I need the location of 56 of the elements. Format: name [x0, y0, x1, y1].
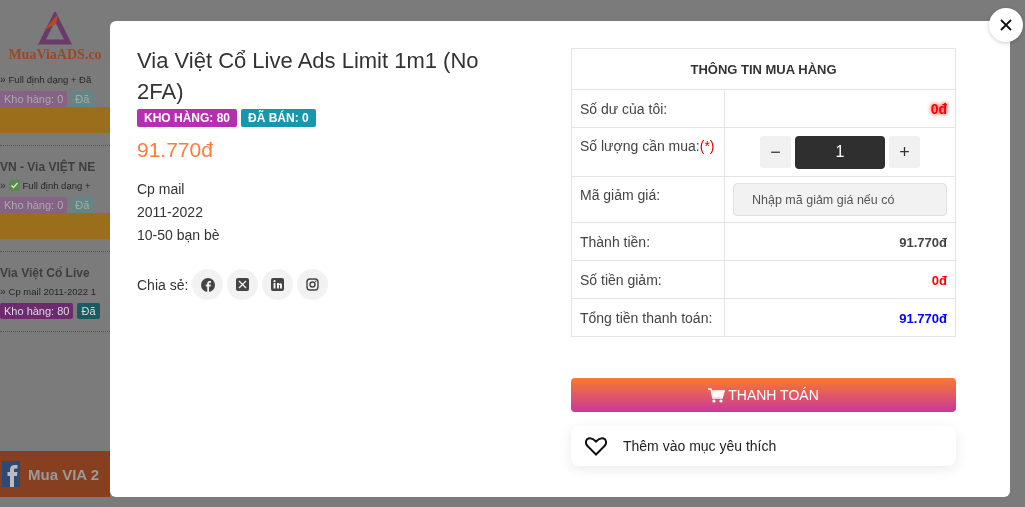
- product-description: Full định dạng + Đã: [8, 74, 92, 85]
- product-description: Full định dạng +: [22, 180, 91, 191]
- instagram-icon: [306, 278, 320, 291]
- cart-icon: [708, 387, 726, 403]
- share-label: Chia sẻ:: [137, 276, 189, 293]
- stock-badge: Kho hàng: 0: [0, 197, 68, 213]
- stock-badge: Kho hàng: 0: [0, 91, 68, 107]
- wishlist-button[interactable]: Thêm vào mục yêu thích: [571, 426, 956, 466]
- x-icon: [236, 278, 250, 291]
- facebook-icon: [2, 461, 20, 487]
- row-label: Mã giảm giá:: [571, 176, 725, 223]
- product-title: Via Việt Cổ Live Ads Limit 1m1 (No 2FA): [137, 47, 480, 106]
- facebook-icon: [200, 277, 215, 292]
- coupon-field[interactable]: Nhập mã giảm giá nếu có: [733, 183, 947, 216]
- logo-icon: [38, 12, 72, 46]
- close-icon: [1000, 19, 1012, 31]
- linkedin-icon: [271, 278, 285, 291]
- checkout-button[interactable]: THANH TOÁN: [571, 378, 956, 412]
- sold-badge: Đã: [71, 197, 94, 213]
- x-share-button[interactable]: [227, 269, 259, 300]
- table-heading: THÔNG TIN MUA HÀNG: [571, 48, 956, 90]
- product-detail: 2011-2022: [137, 203, 204, 221]
- close-button[interactable]: [989, 8, 1023, 42]
- row-label: Số dư của tôi:: [571, 89, 725, 128]
- increase-button[interactable]: +: [889, 136, 920, 168]
- banner-text: Mua VIA 2: [28, 465, 100, 483]
- sold-badge: Đã: [71, 91, 94, 107]
- row-label: Số tiền giảm:: [571, 260, 725, 299]
- row-label: Số lượng cần mua:(*): [571, 127, 725, 177]
- row-label: Thành tiền:: [571, 222, 725, 261]
- decrease-button[interactable]: −: [760, 136, 791, 168]
- heart-icon: [585, 436, 607, 456]
- quantity-field[interactable]: 1: [795, 135, 885, 169]
- sold-badge: ĐÃ BÁN: 0: [241, 109, 316, 127]
- amount-value: 91.770đ: [899, 310, 947, 326]
- amount-value: 0đ: [931, 272, 947, 288]
- sold-badge: Đã: [77, 303, 100, 319]
- row-label: Tổng tiền thanh toán:: [571, 298, 725, 337]
- product-description: Cp mail 2011-2022 1: [8, 286, 97, 297]
- linkedin-share-button[interactable]: [262, 269, 294, 300]
- product-title[interactable]: Via Việt Cổ Live: [0, 266, 110, 280]
- stock-badge: KHO HÀNG: 80: [137, 109, 237, 127]
- bullet-mark: »: [0, 286, 6, 297]
- amount-value: 91.770đ: [899, 234, 947, 250]
- promo-banner[interactable]: Mua VIA 2: [0, 451, 110, 497]
- product-detail: Cp mail: [137, 180, 186, 198]
- product-title[interactable]: VN - Via VIỆT NE: [0, 160, 110, 174]
- stock-badge: Kho hàng: 80: [0, 303, 74, 319]
- bullet-mark: »: [0, 74, 6, 85]
- bullet-mark: »: [0, 180, 6, 191]
- check-icon: [8, 180, 20, 191]
- price: 91.770đ: [137, 138, 214, 162]
- instagram-share-button[interactable]: [297, 269, 329, 300]
- facebook-share-button[interactable]: [192, 269, 224, 300]
- product-detail: 10-50 bạn bè: [137, 226, 221, 244]
- balance-value: 0đ: [930, 100, 947, 117]
